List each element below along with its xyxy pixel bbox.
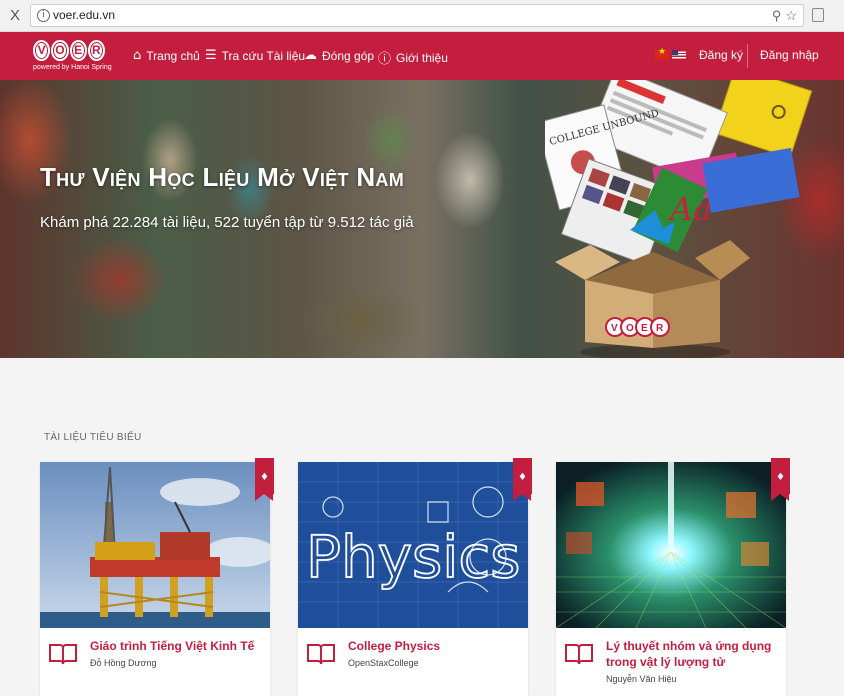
info-icon: ⓘ [378, 52, 392, 67]
register-link[interactable]: Đăng ký [699, 48, 743, 62]
svg-text:V: V [611, 323, 618, 334]
open-book-icon [49, 644, 77, 665]
hero-title: Thư Viện Học Liệu Mở Việt Nam [40, 162, 404, 192]
box-logo: V O E R [605, 317, 670, 337]
nav-contribute-label: Đóng góp [322, 48, 375, 63]
english-flag-icon[interactable] [672, 50, 686, 60]
oil-rig-image[interactable] [40, 462, 270, 628]
nav-about[interactable]: ⓘ Giới thiệu [378, 48, 448, 68]
nav-home-label: Trang chủ [146, 48, 200, 63]
logo-letter: R [87, 40, 105, 61]
open-book-icon [565, 644, 593, 665]
nav-divider [747, 44, 748, 68]
logo-tagline: powered by Hanoi Spring [33, 64, 112, 71]
home-icon: ⌂ [133, 48, 142, 63]
card-title[interactable]: Lý thuyết nhóm và ứng dụng trong vật lý … [606, 638, 776, 670]
document-card[interactable]: Physics ♦ College Physics OpenStaxColleg… [298, 458, 532, 696]
open-book-icon [307, 644, 335, 665]
site-info-icon[interactable]: i [37, 9, 50, 22]
card-author: OpenStaxCollege [348, 658, 419, 668]
box-with-books-illustration: COLLEGE UNBOUND Aa V O E R [545, 80, 813, 358]
bookmark-star-icon[interactable]: ☆ [785, 8, 797, 23]
list-icon: ☰ [205, 48, 217, 63]
svg-text:R: R [656, 323, 664, 334]
url-text: voer.edu.vn [53, 8, 116, 22]
featured-section-title: TÀI LIỆU TIÊU BIỂU [44, 432, 142, 443]
quantum-grid-image[interactable] [556, 462, 786, 628]
svg-text:E: E [641, 323, 648, 334]
address-bar[interactable]: i voer.edu.vn ⚲ ☆ [30, 4, 804, 27]
nav-home[interactable]: ⌂ Trang chủ [133, 48, 200, 63]
card-author: Đỗ Hồng Dương [90, 658, 157, 668]
extension-icon[interactable] [812, 8, 824, 22]
svg-text:O: O [626, 323, 634, 334]
close-tab-icon[interactable]: X [10, 7, 20, 24]
featured-ribbon: ♦ [513, 458, 532, 501]
featured-ribbon: ♦ [771, 458, 790, 501]
flame-icon: ♦ [518, 472, 527, 483]
vietnamese-flag-icon[interactable] [655, 47, 669, 60]
aa-text: Aa [667, 190, 712, 228]
pin-icon[interactable]: ⚲ [772, 8, 782, 23]
card-title[interactable]: College Physics [348, 638, 518, 654]
hero-banner: Thư Viện Học Liệu Mở Việt Nam Khám phá 2… [0, 80, 844, 358]
login-label: Đăng nhập [760, 48, 819, 62]
featured-ribbon: ♦ [255, 458, 274, 501]
physics-blueprint-image[interactable]: Physics [298, 462, 528, 628]
card-author: Nguyễn Văn Hiệu [606, 674, 677, 684]
document-card[interactable]: ♦ Giáo trình Tiếng Việt Kinh Tế Đỗ Hồng … [40, 458, 274, 696]
logo-letter: E [69, 40, 87, 61]
login-link[interactable]: Đăng nhập [760, 48, 819, 62]
nav-search-docs-label: Tra cứu Tài liệu [221, 48, 306, 63]
logo-letter: V [33, 40, 51, 61]
physics-image-text: Physics [306, 523, 521, 591]
hero-subtitle: Khám phá 22.284 tài liệu, 522 tuyển tập … [40, 214, 414, 231]
nav-search-docs[interactable]: ☰ Tra cứu Tài liệu [205, 48, 305, 63]
card-title[interactable]: Giáo trình Tiếng Việt Kinh Tế [90, 638, 260, 654]
logo-letter: O [51, 40, 69, 61]
nav-contribute[interactable]: ☁ Đóng góp [304, 48, 374, 63]
register-label: Đăng ký [699, 48, 744, 62]
browser-toolbar: X i voer.edu.vn ⚲ ☆ [0, 0, 844, 32]
top-navbar: V O E R powered by Hanoi Spring ⌂ Trang … [0, 32, 844, 80]
cloud-upload-icon: ☁ [304, 48, 317, 63]
voer-logo[interactable]: V O E R powered by Hanoi Spring [33, 40, 112, 71]
flame-icon: ♦ [260, 472, 269, 483]
document-card[interactable]: ♦ Lý thuyết nhóm và ứng dụng trong vật l… [556, 458, 790, 696]
flame-icon: ♦ [776, 472, 785, 483]
nav-about-label: Giới thiệu [396, 50, 448, 65]
